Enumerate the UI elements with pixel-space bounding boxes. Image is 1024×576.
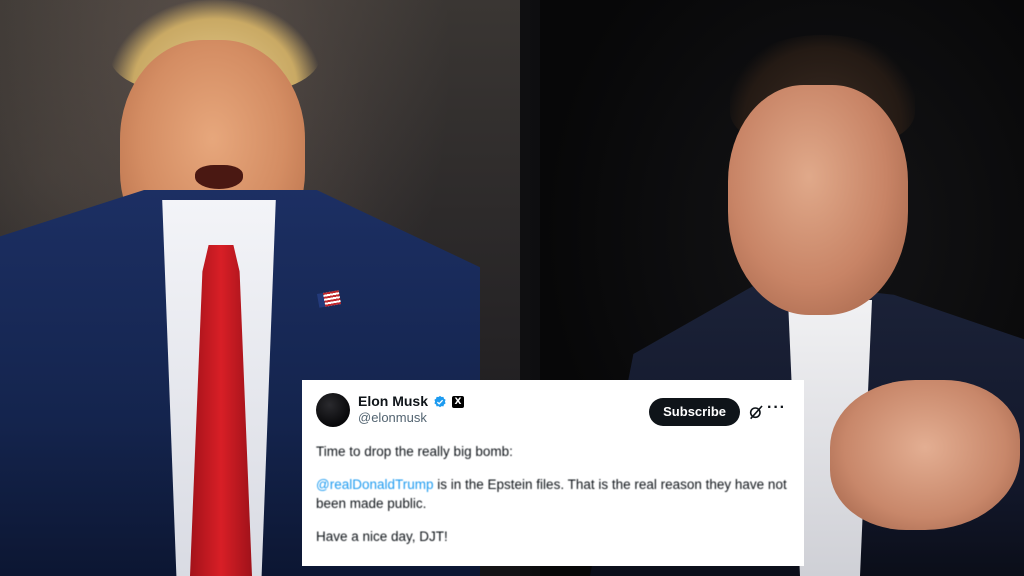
verified-badge-icon <box>434 395 446 407</box>
avatar[interactable] <box>316 393 350 427</box>
tweet-text: Time to drop the really big bomb: @realD… <box>316 442 790 546</box>
tweet-author: Elon Musk X @elonmusk <box>358 393 465 426</box>
tweet-line-1: Time to drop the really big bomb: <box>316 444 513 459</box>
author-handle[interactable]: @elonmusk <box>358 410 464 426</box>
tweet-card: Elon Musk X @elonmusk Subscribe ··· Time… <box>302 380 804 566</box>
platform-badge-icon: X <box>452 395 465 408</box>
tweet-line-3: Have a nice day, DJT! <box>316 529 448 544</box>
tweet-header: Elon Musk X @elonmusk Subscribe ··· <box>316 390 790 428</box>
composite-image: Elon Musk X @elonmusk Subscribe ··· Time… <box>0 0 1024 576</box>
left-portrait-mouth <box>195 165 243 189</box>
right-portrait-clasped-hands <box>830 380 1020 530</box>
grok-icon[interactable] <box>748 404 764 420</box>
tweet-line-2: @realDonaldTrump is in the Epstein files… <box>316 475 790 513</box>
more-options-icon[interactable]: ··· <box>767 399 786 417</box>
author-name[interactable]: Elon Musk <box>358 393 428 410</box>
author-name-row: Elon Musk X <box>358 393 465 410</box>
subscribe-button[interactable]: Subscribe <box>649 398 740 426</box>
mention-link[interactable]: @realDonaldTrump <box>316 477 434 492</box>
right-portrait-face <box>728 85 908 315</box>
